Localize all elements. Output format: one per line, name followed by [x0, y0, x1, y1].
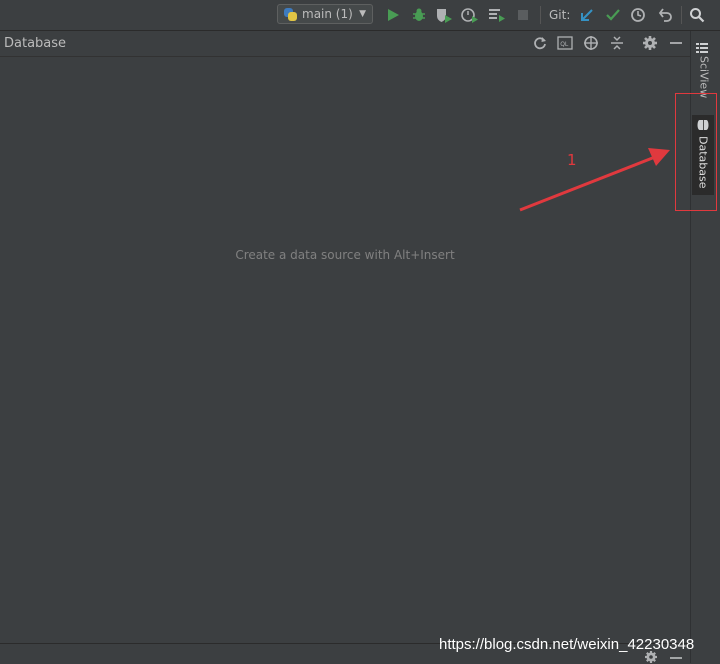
- watermark-text: https://blog.csdn.net/weixin_42230348: [439, 636, 695, 653]
- annotation-arrow: [519, 148, 670, 212]
